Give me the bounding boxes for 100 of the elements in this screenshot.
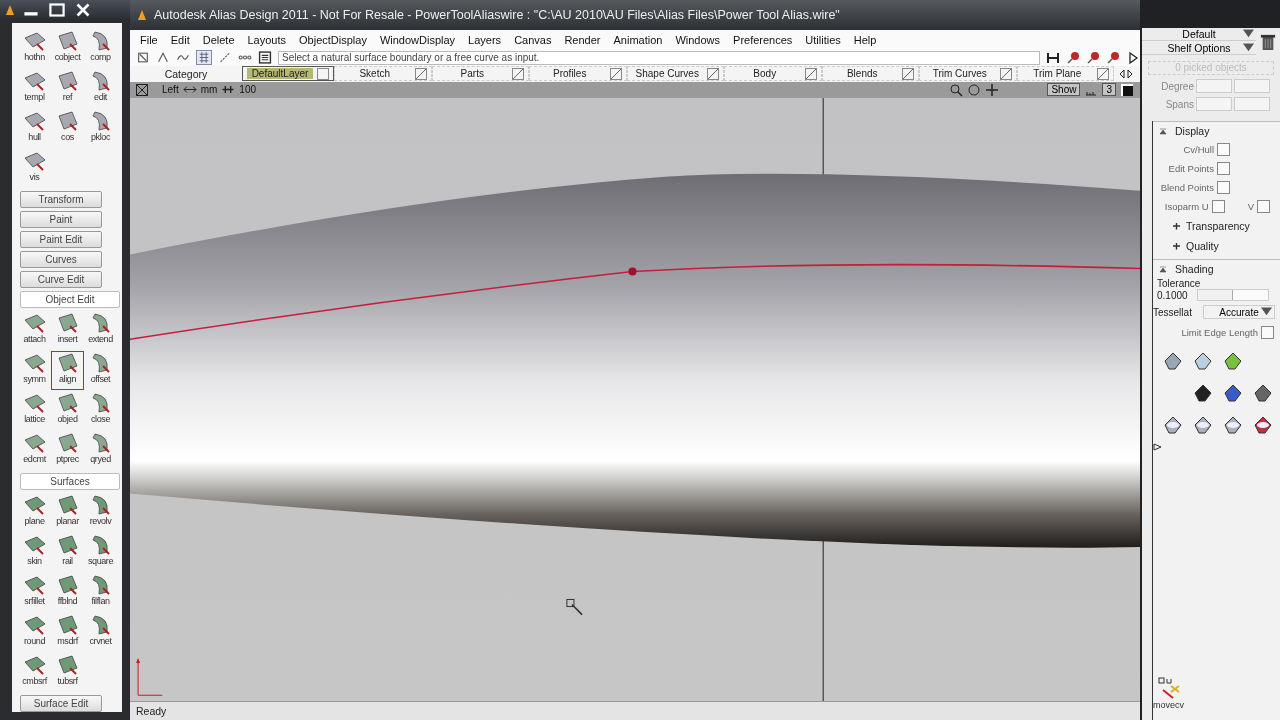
- layer-visibility-box[interactable]: [609, 67, 622, 80]
- palette-tab[interactable]: Transform: [20, 191, 102, 208]
- menu-item[interactable]: Delete: [202, 33, 235, 46]
- play-icon[interactable]: [1126, 50, 1140, 65]
- pin-icon[interactable]: [1106, 50, 1120, 65]
- palette-tab[interactable]: Surfaces: [20, 473, 120, 490]
- zoom-icon[interactable]: [949, 82, 964, 97]
- degree-field[interactable]: [1196, 79, 1232, 93]
- layer-tab[interactable]: Body: [724, 66, 822, 82]
- spans-field[interactable]: [1234, 97, 1270, 111]
- shelf-set-dropdown[interactable]: Default: [1142, 28, 1256, 41]
- palette-tool[interactable]: symm: [18, 351, 51, 390]
- layer-tab[interactable]: Sketch: [334, 66, 432, 82]
- window-toggle-icon[interactable]: [1120, 82, 1134, 97]
- maximize-icon[interactable]: [46, 1, 68, 18]
- palette-tool[interactable]: ptprec: [51, 431, 84, 470]
- view-count-button[interactable]: 3: [1102, 83, 1116, 97]
- show-button[interactable]: Show: [1047, 83, 1081, 97]
- palette-tab[interactable]: Paint Edit: [20, 231, 102, 248]
- palette-tool[interactable]: qryed: [84, 431, 117, 470]
- palette-tool[interactable]: rail: [51, 533, 84, 572]
- menu-item[interactable]: Render: [564, 33, 601, 46]
- grid-icon[interactable]: [196, 50, 212, 66]
- shelf-tool[interactable]: movecv: [1153, 676, 1187, 710]
- pin-icon[interactable]: [1086, 50, 1100, 65]
- palette-tool[interactable]: edit: [84, 69, 117, 108]
- menu-item[interactable]: WindowDisplay: [379, 33, 456, 46]
- palette-tool[interactable]: cobject: [51, 29, 84, 68]
- layer-visibility-box[interactable]: [804, 67, 817, 80]
- palette-tool[interactable]: vis: [18, 149, 51, 188]
- palette-tool[interactable]: tubsrf: [51, 653, 84, 692]
- palette-tool[interactable]: objed: [51, 391, 84, 430]
- palette-tool[interactable]: ffblnd: [51, 573, 84, 612]
- palette-tool[interactable]: cos: [51, 109, 84, 148]
- subsection-header[interactable]: Transparency: [1153, 216, 1280, 236]
- menu-item[interactable]: Utilities: [805, 33, 841, 46]
- menu-item[interactable]: Windows: [675, 33, 721, 46]
- palette-tool[interactable]: crvnet: [84, 613, 117, 652]
- palette-tool[interactable]: pkloc: [84, 109, 117, 148]
- palette-tool[interactable]: offset: [84, 351, 117, 390]
- palette-tab[interactable]: Curve Edit: [20, 271, 102, 288]
- palette-tool[interactable]: filflan: [84, 573, 117, 612]
- layer-tab[interactable]: Trim Plane: [1016, 66, 1114, 82]
- layer-tab[interactable]: Trim Curves: [919, 66, 1017, 82]
- checkbox[interactable]: [1211, 200, 1225, 213]
- menu-item[interactable]: Help: [853, 33, 877, 46]
- palette-tool[interactable]: hull: [18, 109, 51, 148]
- menu-item[interactable]: ObjectDisplay: [299, 33, 367, 46]
- layer-visibility-box[interactable]: [317, 67, 329, 80]
- layer-visibility-box[interactable]: [1097, 67, 1109, 80]
- palette-tool[interactable]: insert: [51, 311, 84, 350]
- pin-icon[interactable]: [1066, 50, 1080, 65]
- layer-tab[interactable]: Profiles: [529, 66, 627, 82]
- subsection-header[interactable]: Quality: [1153, 236, 1280, 256]
- palette-tool[interactable]: edcmt: [18, 431, 51, 470]
- checkbox[interactable]: [1217, 181, 1230, 194]
- menu-item[interactable]: Edit: [170, 33, 190, 46]
- trash-icon[interactable]: [1260, 32, 1276, 51]
- divider-handle-icon[interactable]: [1153, 443, 1163, 451]
- palette-tool[interactable]: planar: [51, 493, 84, 532]
- tessellation-dropdown[interactable]: Accurate: [1203, 305, 1275, 319]
- checkbox[interactable]: [1217, 143, 1230, 156]
- palette-tab[interactable]: Paint: [20, 211, 102, 228]
- layer-tab[interactable]: Parts: [431, 66, 529, 82]
- palette-tool[interactable]: round: [18, 613, 51, 652]
- menu-item[interactable]: Layers: [468, 33, 502, 46]
- palette-tool[interactable]: templ: [18, 69, 51, 108]
- shelf-options-dropdown[interactable]: Shelf Options: [1142, 42, 1256, 55]
- layer-visibility-box[interactable]: [999, 67, 1012, 80]
- palette-tool[interactable]: skin: [18, 533, 51, 572]
- palette-tool[interactable]: square: [84, 533, 117, 572]
- prompt-field[interactable]: Select a natural surface boundary or a free curve as input.: [278, 50, 1040, 65]
- palette-tab[interactable]: Object Edit: [20, 291, 120, 308]
- palette-tool[interactable]: revolv: [84, 493, 117, 532]
- palette-tool[interactable]: align: [51, 351, 84, 390]
- palette-tool[interactable]: extend: [84, 311, 117, 350]
- tumble-icon[interactable]: [967, 82, 982, 97]
- palette-tool[interactable]: lattice: [18, 391, 51, 430]
- layer-tab[interactable]: DefaultLayer: [242, 66, 334, 82]
- layer-visibility-box[interactable]: [902, 67, 914, 80]
- layer-tab[interactable]: Shape Curves: [626, 66, 724, 82]
- viewport-close-icon[interactable]: [136, 83, 148, 96]
- degree-field[interactable]: [1234, 79, 1270, 93]
- scroll-arrows-icon[interactable]: [1118, 68, 1134, 79]
- move-icon[interactable]: [985, 82, 1000, 97]
- checkbox[interactable]: [1217, 162, 1230, 175]
- section-header[interactable]: Shading: [1153, 259, 1280, 278]
- palette-tool[interactable]: comp: [84, 29, 117, 68]
- menu-item[interactable]: Layouts: [247, 33, 287, 46]
- palette-tool[interactable]: hothn: [18, 29, 51, 68]
- palette-tool[interactable]: ref: [51, 69, 84, 108]
- menu-item[interactable]: File: [140, 33, 158, 46]
- document-icon[interactable]: [258, 51, 272, 65]
- layer-visibility-box[interactable]: [414, 67, 427, 80]
- layer-tab[interactable]: Blends: [821, 66, 919, 82]
- section-header[interactable]: Display: [1153, 121, 1280, 140]
- palette-tool[interactable]: attach: [18, 311, 51, 350]
- palette-tool[interactable]: plane: [18, 493, 51, 532]
- palette-tool[interactable]: msdrf: [51, 613, 84, 652]
- toolbar-icon[interactable]: [1046, 50, 1060, 65]
